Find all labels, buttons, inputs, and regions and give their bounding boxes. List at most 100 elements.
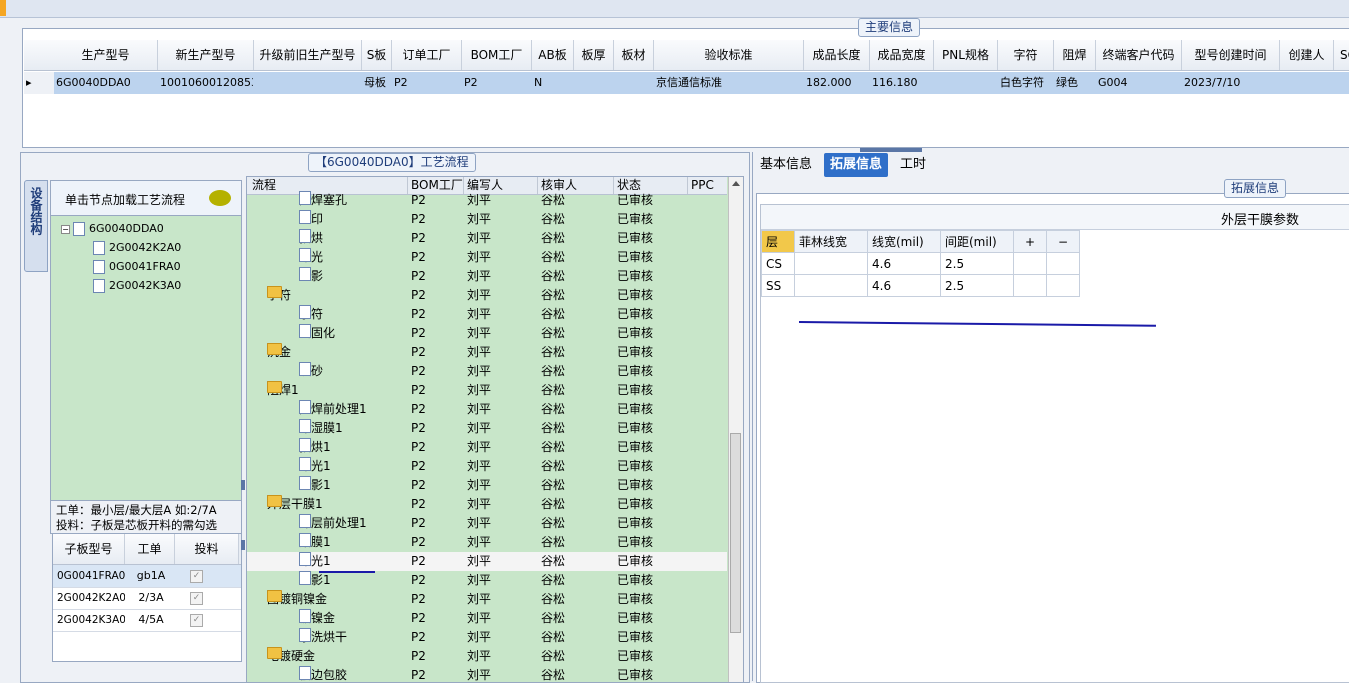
main-info-col-header[interactable]: 生产型号 <box>54 40 158 70</box>
param-line-width[interactable]: 4.6 <box>867 274 941 297</box>
main-info-col-header[interactable]: BOM工厂 <box>462 40 532 70</box>
main-info-cell[interactable]: P2 <box>392 72 461 94</box>
main-info-cell[interactable]: 6G0040DDA0 <box>54 72 157 94</box>
param-col-header[interactable]: − <box>1046 230 1080 253</box>
main-info-cell[interactable]: 116.180 <box>870 72 933 94</box>
param-col-header[interactable]: 菲林线宽 <box>794 230 868 253</box>
feed-checkbox[interactable]: ✓ <box>190 570 203 583</box>
feed-checkbox[interactable]: ✓ <box>190 614 203 627</box>
tab-work-hours[interactable]: 工时 <box>894 153 932 177</box>
param-add-cell[interactable] <box>1013 274 1047 297</box>
param-film-width[interactable] <box>794 274 868 297</box>
main-info-col-header[interactable]: 创建人 <box>1280 40 1334 70</box>
main-info-cell[interactable]: 182.000 <box>804 72 869 94</box>
main-info-col-header[interactable]: 板材 <box>614 40 654 70</box>
load-flow-bar[interactable]: 单击节点加载工艺流程 <box>51 181 241 216</box>
main-info-cell[interactable]: N <box>532 72 573 94</box>
tab-basic-info[interactable]: 基本信息 <box>754 153 818 177</box>
main-info-row[interactable]: ▸ 6G0040DDA0 10010600120853 母板 P2 P2 N 京信通信标准 18… <box>24 72 1349 94</box>
param-col-header[interactable]: 层 <box>761 230 795 253</box>
main-info-col-header[interactable]: 阻焊 <box>1054 40 1096 70</box>
main-info-col-header[interactable]: AB板 <box>532 40 574 70</box>
row-selector-icon[interactable]: ▸ <box>24 72 54 94</box>
flow-row[interactable]: 印湿膜1 P2 刘平 谷松 已审核 <box>247 419 727 438</box>
param-spacing[interactable]: 2.5 <box>940 274 1014 297</box>
sub-board-col-header[interactable]: 子板型号 <box>53 534 125 564</box>
main-info-cell[interactable]: 2023/7/10 <box>1182 72 1279 94</box>
main-info-cell[interactable] <box>1334 72 1349 94</box>
flow-row[interactable]: 显影 P2 刘平 谷松 已审核 <box>247 267 727 286</box>
flow-row[interactable]: 预烘 P2 刘平 谷松 已审核 <box>247 229 727 248</box>
main-info-col-header[interactable]: 终端客户代码 <box>1096 40 1182 70</box>
flow-row[interactable]: 贴膜1 P2 刘平 谷松 已审核 <box>247 533 727 552</box>
param-film-width[interactable] <box>794 252 868 275</box>
param-col-header[interactable]: 线宽(mil) <box>867 230 941 253</box>
sub-board-col-header[interactable]: 工单 <box>125 534 175 564</box>
main-info-col-header[interactable]: 字符 <box>998 40 1054 70</box>
param-remove-cell[interactable] <box>1046 274 1080 297</box>
flow-row[interactable]: 板边包胶 P2 刘平 谷松 已审核 <box>247 666 727 682</box>
flow-row[interactable]: 曝光1 P2 刘平 谷松 已审核 <box>247 552 727 571</box>
main-info-cell[interactable]: 京信通信标准 <box>654 72 803 94</box>
main-info-cell[interactable] <box>934 72 997 94</box>
collapse-icon[interactable]: − <box>61 224 70 234</box>
flow-row[interactable]: 喷砂 P2 刘平 谷松 已审核 <box>247 362 727 381</box>
flow-row[interactable]: 外层前处理1 P2 刘平 谷松 已审核 <box>247 514 727 533</box>
param-col-header[interactable]: 间距(mil) <box>940 230 1014 253</box>
main-info-col-header[interactable]: 升级前旧生产型号 <box>254 40 362 70</box>
flow-row[interactable]: −阻焊1 P2 刘平 谷松 已审核 <box>247 381 727 400</box>
side-tab-structure[interactable]: 设备结构 <box>24 180 48 272</box>
flow-row[interactable]: 显影1 P2 刘平 谷松 已审核 <box>247 571 727 590</box>
flow-row[interactable]: 镀镍金 P2 刘平 谷松 已审核 <box>247 609 727 628</box>
main-info-col-header[interactable]: 订单工厂 <box>392 40 462 70</box>
main-info-col-header[interactable]: 型号创建时间 <box>1182 40 1280 70</box>
tree-child-node[interactable]: 2G0042K3A0 <box>93 276 181 295</box>
param-add-cell[interactable] <box>1013 252 1047 275</box>
flow-row[interactable]: −沉金 P2 刘平 谷松 已审核 <box>247 343 727 362</box>
main-info-col-header[interactable]: SO <box>1334 40 1349 70</box>
flow-row[interactable]: 阻焊前处理1 P2 刘平 谷松 已审核 <box>247 400 727 419</box>
param-col-header[interactable]: + <box>1013 230 1047 253</box>
main-info-cell[interactable] <box>254 72 361 94</box>
flow-row[interactable]: 终固化 P2 刘平 谷松 已审核 <box>247 324 727 343</box>
scroll-up-icon[interactable] <box>732 181 740 186</box>
main-info-cell[interactable] <box>1280 72 1333 94</box>
flow-row[interactable]: −字符 P2 刘平 谷松 已审核 <box>247 286 727 305</box>
select-all-corner[interactable] <box>24 40 55 70</box>
param-line-width[interactable]: 4.6 <box>867 252 941 275</box>
splitter-handle-icon[interactable] <box>241 540 245 550</box>
param-row[interactable]: CS 4.6 2.5 <box>761 252 1080 275</box>
main-info-cell[interactable]: 10010600120853 <box>158 72 253 94</box>
flow-row[interactable]: −电镀硬金 P2 刘平 谷松 已审核 <box>247 647 727 666</box>
splitter-handle-icon[interactable] <box>241 480 245 490</box>
flow-row[interactable]: −图镀铜镍金 P2 刘平 谷松 已审核 <box>247 590 727 609</box>
flow-row[interactable]: 曝光 P2 刘平 谷松 已审核 <box>247 248 727 267</box>
param-spacing[interactable]: 2.5 <box>940 252 1014 275</box>
tree-child-node[interactable]: 2G0042K2A0 <box>93 238 181 257</box>
sub-board-row[interactable]: 0G0041FRA0 gb1A ✓ <box>53 565 241 588</box>
splitter-handle-icon[interactable] <box>860 148 922 152</box>
flow-scrollbar[interactable] <box>728 177 743 682</box>
flow-row[interactable]: 水洗烘干 P2 刘平 谷松 已审核 <box>247 628 727 647</box>
main-info-col-header[interactable]: 验收标准 <box>654 40 804 70</box>
tab-extended-info[interactable]: 拓展信息 <box>824 153 889 177</box>
flow-row[interactable]: 预烘1 P2 刘平 谷松 已审核 <box>247 438 727 457</box>
main-info-cell[interactable] <box>574 72 613 94</box>
flow-row[interactable]: −外层干膜1 P2 刘平 谷松 已审核 <box>247 495 727 514</box>
flow-row[interactable]: 丝印 P2 刘平 谷松 已审核 <box>247 210 727 229</box>
main-info-col-header[interactable]: 成品宽度 <box>870 40 934 70</box>
feed-checkbox[interactable]: ✓ <box>190 592 203 605</box>
tree-child-node[interactable]: 0G0041FRA0 <box>93 257 181 276</box>
main-info-col-header[interactable]: PNL规格 <box>934 40 998 70</box>
main-info-cell[interactable]: P2 <box>462 72 531 94</box>
flow-row[interactable]: 阻焊塞孔 P2 刘平 谷松 已审核 <box>247 191 727 210</box>
main-info-cell[interactable] <box>614 72 653 94</box>
main-info-cell[interactable]: 绿色 <box>1054 72 1095 94</box>
tree-root-node[interactable]: − 6G0040DDA0 <box>61 219 164 238</box>
flow-row[interactable]: 字符 P2 刘平 谷松 已审核 <box>247 305 727 324</box>
param-layer[interactable]: SS <box>761 274 795 297</box>
main-info-col-header[interactable]: 新生产型号 <box>158 40 254 70</box>
param-remove-cell[interactable] <box>1046 252 1080 275</box>
main-info-cell[interactable]: G004 <box>1096 72 1181 94</box>
flow-row[interactable]: 显影1 P2 刘平 谷松 已审核 <box>247 476 727 495</box>
